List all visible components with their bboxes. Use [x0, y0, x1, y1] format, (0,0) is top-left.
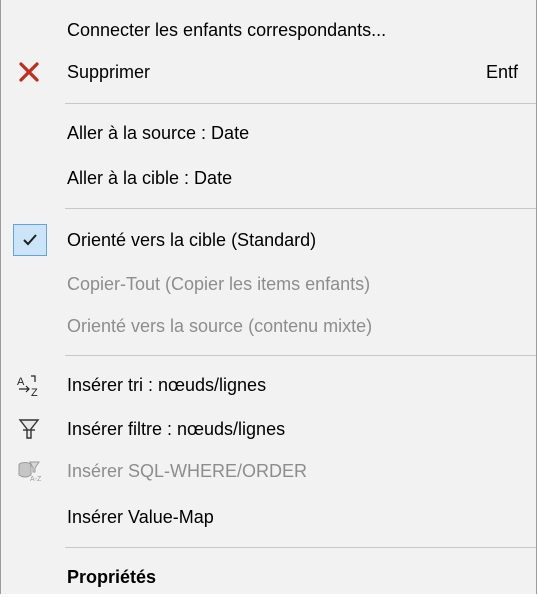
- checkmark-icon: [13, 224, 47, 256]
- delete-x-icon: [13, 56, 45, 88]
- menu-item-insert-sql-where[interactable]: A-Z Insérer SQL-WHERE/ORDER: [1, 451, 536, 491]
- sql-where-icon: A-Z: [13, 455, 45, 487]
- menu-item-copy-all[interactable]: Copier-Tout (Copier les items enfants): [1, 264, 536, 304]
- menu-item-label: Insérer tri : nœuds/lignes: [67, 374, 267, 395]
- menu-separator: [65, 547, 536, 548]
- menu-item-insert-filter[interactable]: Insérer filtre : nœuds/lignes: [1, 409, 536, 449]
- menu-separator: [65, 103, 536, 104]
- svg-text:Z: Z: [31, 387, 38, 398]
- menu-item-label: Insérer filtre : nœuds/lignes: [67, 418, 286, 439]
- menu-item-label: Orienté vers la source (contenu mixte): [67, 315, 373, 336]
- sort-az-icon: A Z: [13, 369, 45, 401]
- menu-item-target-oriented[interactable]: Orienté vers la cible (Standard): [1, 220, 536, 260]
- menu-item-label: Aller à la source : Date: [67, 122, 250, 143]
- menu-item-properties[interactable]: Propriétés: [1, 557, 536, 597]
- menu-separator: [65, 208, 536, 209]
- menu-item-label: Aller à la cible : Date: [67, 167, 233, 188]
- menu-item-label: Orienté vers la cible (Standard): [67, 229, 317, 250]
- menu-separator: [65, 355, 536, 356]
- menu-item-label: Propriétés: [67, 566, 157, 587]
- menu-item-insert-value-map[interactable]: Insérer Value-Map: [1, 497, 536, 537]
- menu-item-connect-children[interactable]: Connecter les enfants correspondants...: [1, 10, 536, 50]
- menu-item-label: Copier-Tout (Copier les items enfants): [67, 273, 371, 294]
- menu-item-go-to-target[interactable]: Aller à la cible : Date: [1, 158, 536, 198]
- menu-item-source-oriented[interactable]: Orienté vers la source (contenu mixte): [1, 306, 536, 346]
- menu-item-delete[interactable]: Supprimer Entf: [1, 52, 536, 92]
- shortcut-label: Entf: [485, 61, 518, 82]
- menu-item-label: Insérer Value-Map: [67, 506, 214, 527]
- menu-item-insert-sort[interactable]: A Z Insérer tri : nœuds/lignes: [1, 365, 536, 405]
- filter-icon: [13, 413, 45, 445]
- menu-item-label: Supprimer: [67, 61, 151, 82]
- menu-item-go-to-source[interactable]: Aller à la source : Date: [1, 113, 536, 153]
- menu-item-label: Insérer SQL-WHERE/ORDER: [67, 460, 308, 481]
- svg-text:A: A: [17, 376, 25, 388]
- menu-item-label: Connecter les enfants correspondants...: [67, 19, 387, 40]
- context-menu: Connecter les enfants correspondants... …: [0, 0, 537, 594]
- svg-text:A-Z: A-Z: [30, 476, 41, 483]
